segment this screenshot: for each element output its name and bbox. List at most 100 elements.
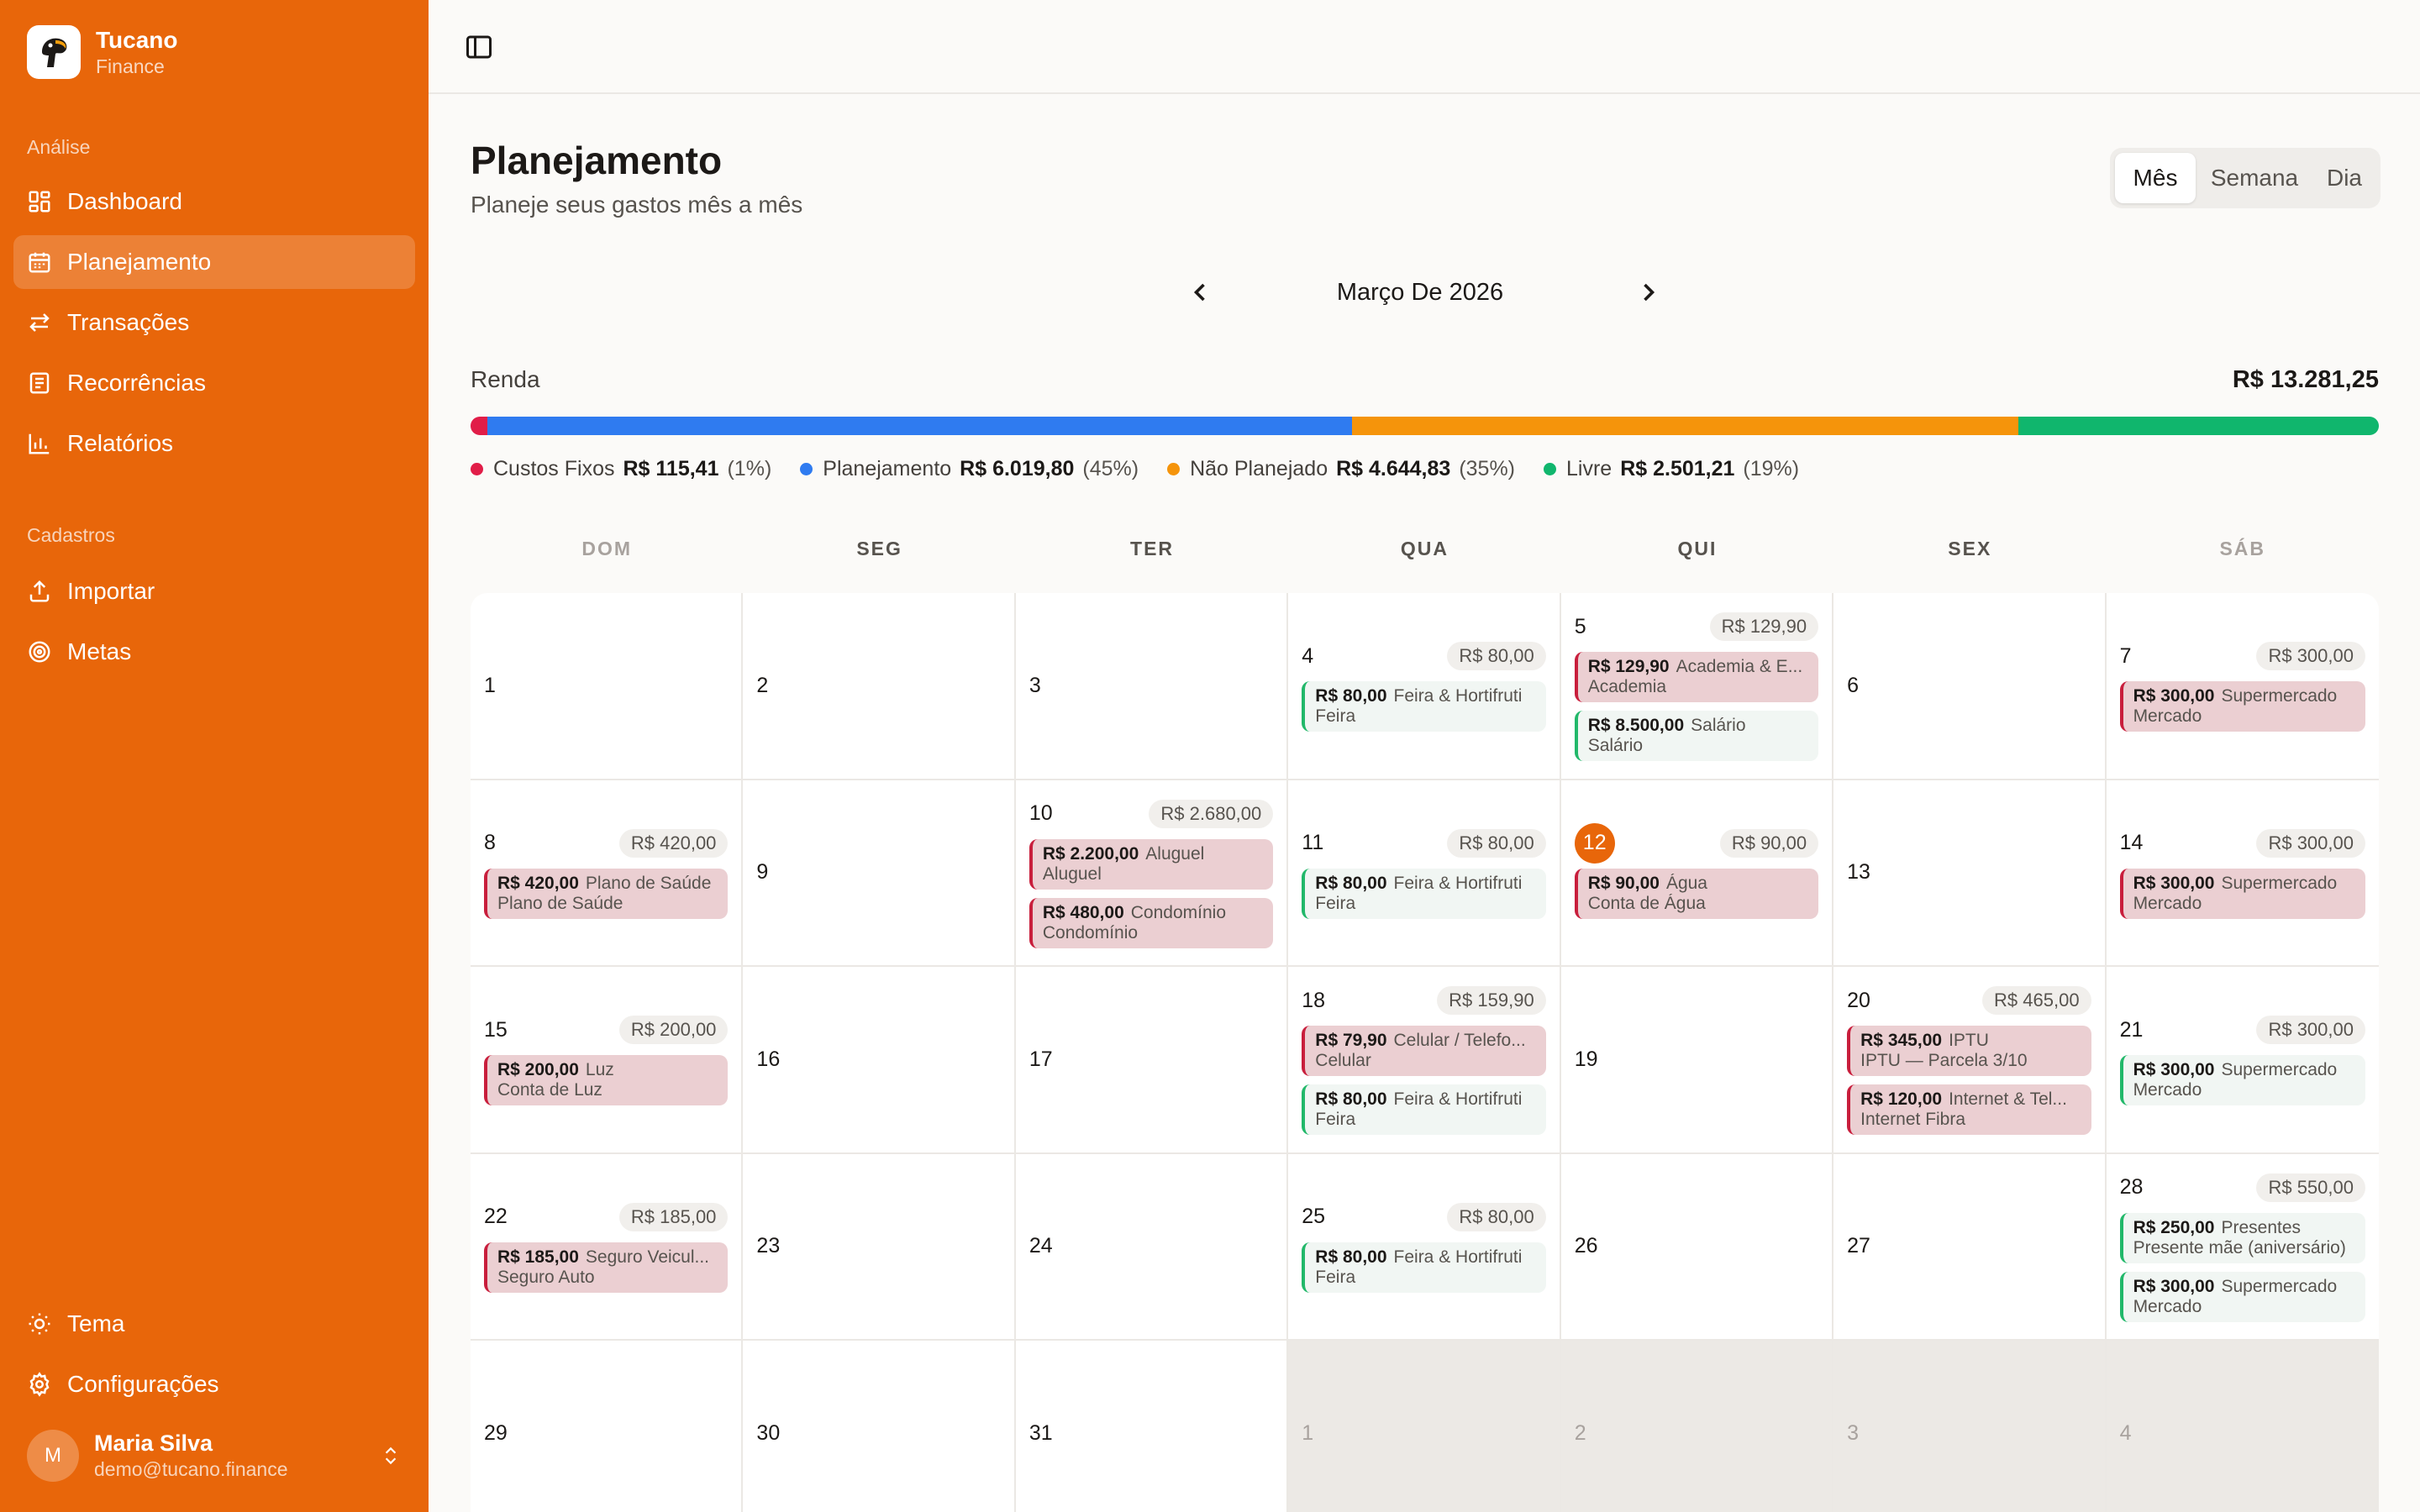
calendar-event-chip[interactable]: R$ 300,00 Supermercado Mercado [2119, 868, 2365, 919]
calendar-event-chip[interactable]: R$ 300,00 Supermercado Mercado [2119, 1271, 2365, 1322]
event-amount: R$ 80,00 [1315, 1247, 1387, 1267]
sidebar-item-label: Recorrências [67, 370, 206, 396]
calendar-day-cell[interactable]: 6 [1833, 593, 2107, 780]
calendar-event-chip[interactable]: R$ 480,00 Condomínio Condomínio [1028, 897, 1274, 948]
sidebar-item-dashboard[interactable]: Dashboard [13, 175, 415, 228]
sidebar-item-importar[interactable]: Importar [13, 564, 415, 618]
event-name: Academia & E... [1676, 657, 1803, 677]
calendar-event-chip[interactable]: R$ 300,00 Supermercado Mercado [2119, 1055, 2365, 1106]
calendar-icon [29, 252, 50, 273]
calendar-event-chip[interactable]: R$ 120,00 Internet & Tel... Internet Fibra [1847, 1084, 2091, 1136]
event-line: R$ 420,00 Plano de Saúde [497, 874, 718, 894]
sidebar-item-planejamento[interactable]: Planejamento [13, 235, 415, 289]
sidebar-toggle-icon[interactable] [464, 32, 494, 62]
calendar-day-cell[interactable]: 17 [1015, 967, 1289, 1154]
view-week-button[interactable]: Semana [2196, 153, 2313, 203]
day-total-badge: R$ 300,00 [2256, 828, 2365, 858]
user-menu[interactable]: M Maria Silva demo@tucano.finance [27, 1428, 402, 1483]
event-name: Supermercado [2221, 1060, 2338, 1080]
calendar-day-cell[interactable]: 15 R$ 200,00 R$ 200,00 Luz Conta de Luz [471, 967, 744, 1154]
sidebar-item-tema[interactable]: Tema [13, 1297, 415, 1351]
sidebar-item-configuracoes[interactable]: Configurações [13, 1357, 415, 1411]
brand[interactable]: Tucano Finance [27, 25, 177, 79]
day-total-badge: R$ 185,00 [618, 1202, 729, 1231]
calendar-day-cell[interactable]: 1 [1288, 1341, 1561, 1512]
calendar-day-cell[interactable]: 30 [743, 1341, 1016, 1512]
budget-bar-segment [471, 417, 488, 435]
calendar-day-cell[interactable]: 5 R$ 129,90 R$ 129,90 Academia & E... Academ… [1560, 593, 1834, 780]
calendar-day-cell[interactable]: 4 R$ 80,00 R$ 80,00 Feira & Hortifruti Feira [1288, 593, 1561, 780]
calendar-day-cell[interactable]: 7 R$ 300,00 R$ 300,00 Supermercado Mercado [2106, 593, 2379, 780]
calendar-day-cell[interactable]: 2 [743, 593, 1016, 780]
day-header: 9 [756, 856, 1000, 890]
calendar-day-cell[interactable]: 1 [471, 593, 744, 780]
calendar-event-chip[interactable]: R$ 79,90 Celular / Telefo... Celular [1302, 1026, 1546, 1077]
day-header: 24 [1029, 1230, 1273, 1263]
calendar-event-chip[interactable]: R$ 129,90 Academia & E... Academia [1574, 652, 1819, 703]
day-header: 2 [756, 669, 1000, 702]
calendar-day-cell[interactable]: 18 R$ 159,90 R$ 79,90 Celular / Telefo... Ce… [1288, 967, 1561, 1154]
legend-item: Livre R$ 2.501,21 (19%) [1544, 457, 1799, 481]
calendar-day-cell[interactable]: 24 [1015, 1153, 1289, 1341]
calendar-event-chip[interactable]: R$ 300,00 Supermercado Mercado [2119, 681, 2365, 732]
calendar-event-chip[interactable]: R$ 200,00 Luz Conta de Luz [484, 1055, 729, 1106]
sidebar-item-transacoes[interactable]: Transações [13, 296, 415, 349]
calendar-event-chip[interactable]: R$ 80,00 Feira & Hortifruti Feira [1302, 1084, 1546, 1136]
sidebar-item-metas[interactable]: Metas [13, 625, 415, 679]
calendar-day-cell[interactable]: 12 R$ 90,00 R$ 90,00 Água Conta de Água [1560, 780, 1834, 967]
calendar-day-cell[interactable]: 10 R$ 2.680,00 R$ 2.200,00 Aluguel Aluguel R$… [1015, 780, 1289, 967]
calendar-day-cell[interactable]: 28 R$ 550,00 R$ 250,00 Presentes Presente mã… [2106, 1154, 2379, 1341]
calendar-event-chip[interactable]: R$ 80,00 Feira & Hortifruti Feira [1302, 681, 1546, 732]
sidebar-item-recorrencias[interactable]: Recorrências [13, 356, 415, 410]
calendar-day-cell[interactable]: 22 R$ 185,00 R$ 185,00 Seguro Veicul... Segu… [471, 1153, 744, 1341]
view-day-button[interactable]: Dia [2313, 153, 2375, 203]
calendar-day-cell[interactable]: 4 [2106, 1341, 2379, 1512]
calendar-day-cell[interactable]: 23 [743, 1153, 1016, 1341]
event-subtitle: Condomínio [1042, 922, 1139, 942]
day-header: 20 R$ 465,00 [1847, 984, 2091, 1017]
day-number: 23 [756, 1234, 781, 1258]
calendar-event-chip[interactable]: R$ 80,00 Feira & Hortifruti Feira [1302, 868, 1546, 919]
day-total-badge: R$ 159,90 [1437, 986, 1546, 1016]
calendar-day-cell[interactable]: 9 [743, 780, 1016, 967]
day-header: 1 [484, 669, 728, 702]
calendar-event-chip[interactable]: R$ 90,00 Água Conta de Água [1574, 868, 1819, 919]
calendar-event-chip[interactable]: R$ 8.500,00 Salário Salário [1574, 711, 1819, 762]
calendar-day-cell[interactable]: 21 R$ 300,00 R$ 300,00 Supermercado Mercado [2106, 967, 2379, 1154]
calendar-day-cell[interactable]: 2 [1560, 1341, 1834, 1512]
day-header: 13 [1847, 856, 2091, 890]
calendar-day-cell[interactable]: 16 [743, 967, 1016, 1154]
day-header: 26 [1575, 1230, 1818, 1263]
legend-dot [1544, 463, 1556, 475]
sidebar-item-relatorios[interactable]: Relatórios [13, 417, 415, 470]
event-name: Supermercado [2221, 686, 2338, 706]
legend-name: Custos Fixos [493, 457, 615, 480]
calendar-day-cell[interactable]: 27 [1833, 1153, 2107, 1341]
event-amount: R$ 345,00 [1860, 1031, 1943, 1051]
calendar-day-cell[interactable]: 29 [471, 1341, 744, 1512]
calendar-day-cell[interactable]: 14 R$ 300,00 R$ 300,00 Supermercado Mercado [2106, 780, 2379, 967]
calendar-day-cell[interactable]: 3 [1015, 593, 1289, 780]
calendar-day-cell[interactable]: 25 R$ 80,00 R$ 80,00 Feira & Hortifruti Feir… [1288, 1153, 1561, 1341]
view-month-button[interactable]: Mês [2115, 153, 2196, 203]
calendar-day-cell[interactable]: 11 R$ 80,00 R$ 80,00 Feira & Hortifruti Feir… [1288, 780, 1561, 967]
chevron-right-icon[interactable] [1634, 277, 1664, 307]
event-line: R$ 300,00 Supermercado [2133, 874, 2355, 894]
calendar-day-cell[interactable]: 20 R$ 465,00 R$ 345,00 IPTU IPTU — Parcela 3… [1833, 967, 2107, 1154]
calendar-event-chip[interactable]: R$ 345,00 IPTU IPTU — Parcela 3/10 [1847, 1026, 2091, 1077]
calendar-day-cell[interactable]: 3 [1833, 1341, 2107, 1512]
calendar-day-cell[interactable]: 8 R$ 420,00 R$ 420,00 Plano de Saúde Plano d… [471, 780, 744, 967]
calendar-day-cell[interactable]: 31 [1016, 1341, 1289, 1512]
calendar-event-chip[interactable]: R$ 250,00 Presentes Presente mãe (aniversá… [2119, 1212, 2365, 1263]
event-amount: R$ 80,00 [1315, 686, 1387, 706]
calendar-day-cell[interactable]: 13 [1833, 780, 2107, 967]
calendar-day-cell[interactable]: 26 [1560, 1153, 1834, 1341]
calendar-event-chip[interactable]: R$ 420,00 Plano de Saúde Plano de Saúde [484, 868, 729, 919]
calendar-day-cell[interactable]: 19 [1560, 967, 1834, 1154]
calendar-event-chip[interactable]: R$ 2.200,00 Aluguel Aluguel [1028, 838, 1274, 890]
calendar-event-chip[interactable]: R$ 80,00 Feira & Hortifruti Feira [1302, 1242, 1546, 1293]
event-amount: R$ 80,00 [1315, 1089, 1387, 1110]
legend-percent: (19%) [1743, 457, 1800, 480]
income-value: R$ 13.281,25 [2232, 366, 2379, 393]
calendar-event-chip[interactable]: R$ 185,00 Seguro Veicul... Seguro Auto [484, 1242, 729, 1293]
